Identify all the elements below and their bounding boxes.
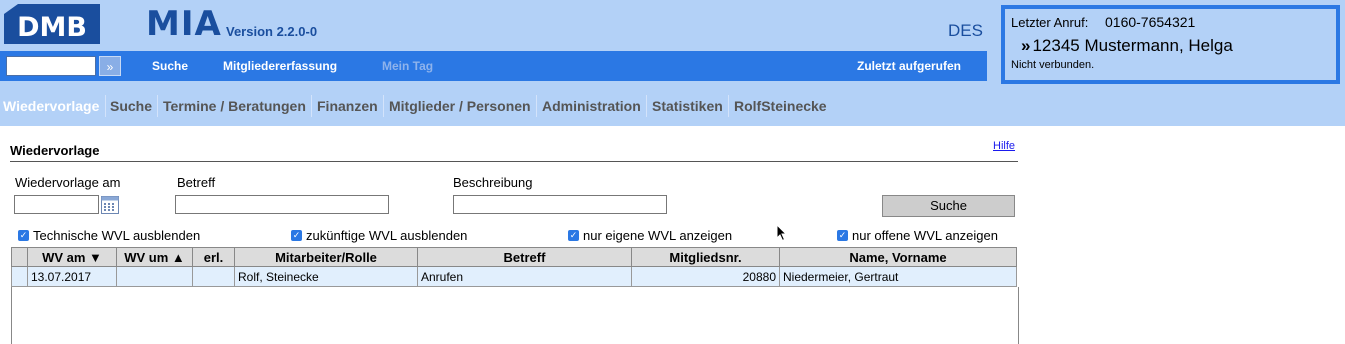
description-input[interactable] xyxy=(453,195,667,214)
app-version: Version 2.2.0-0 xyxy=(226,24,318,39)
caller-arrow-icon: » xyxy=(1021,36,1031,55)
checkmark-icon[interactable]: ✓ xyxy=(568,230,579,242)
checkbox-label: zukünftige WVL ausblenden xyxy=(306,228,468,243)
mouse-pointer-icon xyxy=(776,223,788,247)
menu-item-administration[interactable]: Administration xyxy=(542,98,641,114)
checkbox-eigene-wvl[interactable]: ✓ nur eigene WVL anzeigen xyxy=(568,228,732,243)
menu-item-termine[interactable]: Termine / Beratungen xyxy=(163,98,306,114)
column-header-mitarbeiter[interactable]: Mitarbeiter/Rolle xyxy=(234,247,418,267)
caller-link[interactable]: » 12345 Mustermann, Helga xyxy=(1021,36,1233,56)
last-call-number[interactable]: 0160-7654321 xyxy=(1105,14,1195,30)
page-title: Wiedervorlage xyxy=(10,143,100,158)
caller-name: 12345 Mustermann, Helga xyxy=(1032,36,1233,55)
cell-name: Niedermeier, Gertraut xyxy=(779,266,1017,287)
nav-link-mein-tag[interactable]: Mein Tag xyxy=(382,59,433,73)
date-label: Wiedervorlage am xyxy=(15,175,121,190)
top-navigation: » Suche Mitgliedererfassung Mein Tag Zul… xyxy=(0,51,987,81)
column-header-betreff[interactable]: Betreff xyxy=(417,247,632,267)
quick-search-input[interactable] xyxy=(6,56,96,76)
menu-item-suche[interactable]: Suche xyxy=(110,98,152,114)
menu-divider xyxy=(536,95,537,117)
checkmark-icon[interactable]: ✓ xyxy=(18,230,29,242)
nav-link-suche[interactable]: Suche xyxy=(152,59,188,73)
date-input[interactable] xyxy=(14,195,99,214)
quick-search-button[interactable]: » xyxy=(99,56,121,76)
checkbox-technische-wvl[interactable]: ✓ Technische WVL ausblenden xyxy=(18,228,200,243)
menu-divider xyxy=(105,95,106,117)
cell-betreff: Anrufen xyxy=(417,266,632,287)
nav-link-mitgliedererfassung[interactable]: Mitgliedererfassung xyxy=(223,59,337,73)
cell-select[interactable] xyxy=(11,266,28,287)
table-row[interactable]: 13.07.2017 Rolf, Steinecke Anrufen 20880… xyxy=(11,266,1017,287)
column-header-wv-am[interactable]: WV am ▼ xyxy=(27,247,117,267)
menu-item-finanzen[interactable]: Finanzen xyxy=(317,98,378,114)
nav-link-zuletzt-aufgerufen[interactable]: Zuletzt aufgerufen xyxy=(857,59,961,73)
last-call-panel: Letzter Anruf: 0160-7654321 » 12345 Muste… xyxy=(1001,5,1340,84)
menu-item-mitglieder[interactable]: Mitglieder / Personen xyxy=(389,98,531,114)
column-header-name[interactable]: Name, Vorname xyxy=(779,247,1017,267)
subject-input[interactable] xyxy=(175,195,389,214)
checkbox-zukuenftige-wvl[interactable]: ✓ zukünftige WVL ausblenden xyxy=(291,228,467,243)
header-bar: DMB MIA Version 2.2.0-0 DES » Suche Mitg… xyxy=(0,0,1345,126)
checkmark-icon[interactable]: ✓ xyxy=(837,230,848,242)
last-call-label: Letzter Anruf: xyxy=(1011,15,1089,30)
column-header-wv-um[interactable]: WV um ▲ xyxy=(116,247,193,267)
menu-item-statistiken[interactable]: Statistiken xyxy=(652,98,723,114)
locale-indicator: DES xyxy=(948,21,983,40)
subject-label: Betreff xyxy=(177,175,216,190)
checkbox-label: nur eigene WVL anzeigen xyxy=(583,228,733,243)
checkmark-icon[interactable]: ✓ xyxy=(291,230,302,242)
checkbox-label: nur offene WVL anzeigen xyxy=(852,228,998,243)
menu-item-user[interactable]: RolfSteinecke xyxy=(734,98,827,114)
column-header-mitgliedsnr[interactable]: Mitgliedsnr. xyxy=(631,247,780,267)
menu-divider xyxy=(646,95,647,117)
dmb-logo: DMB xyxy=(4,4,100,44)
help-link[interactable]: Hilfe xyxy=(993,140,1015,152)
title-divider xyxy=(10,161,1018,162)
menu-divider xyxy=(383,95,384,117)
table-empty-area xyxy=(11,287,1019,344)
cell-mitgliedsnr: 20880 xyxy=(631,266,780,287)
wiedervorlage-table: WV am ▼ WV um ▲ erl. Mitarbeiter/Rolle B… xyxy=(11,247,1017,287)
column-header-erl[interactable]: erl. xyxy=(192,247,235,267)
search-button[interactable]: Suche xyxy=(882,195,1015,217)
checkbox-label: Technische WVL ausblenden xyxy=(33,228,201,243)
menu-item-wiedervorlage[interactable]: Wiedervorlage xyxy=(3,98,99,114)
menu-divider xyxy=(728,95,729,117)
column-header-select xyxy=(11,247,28,267)
menu-divider xyxy=(311,95,312,117)
calendar-icon[interactable] xyxy=(101,196,119,214)
app-name: MIA xyxy=(146,4,222,44)
description-label: Beschreibung xyxy=(453,175,533,190)
cell-erl xyxy=(192,266,235,287)
menu-divider xyxy=(157,95,158,117)
logo-text: DMB xyxy=(17,12,87,43)
checkbox-offene-wvl[interactable]: ✓ nur offene WVL anzeigen xyxy=(837,228,998,243)
call-status: Nicht verbunden. xyxy=(1011,59,1095,71)
table-header-row: WV am ▼ WV um ▲ erl. Mitarbeiter/Rolle B… xyxy=(11,247,1017,267)
cell-wv-am: 13.07.2017 xyxy=(27,266,117,287)
cell-wv-um xyxy=(116,266,193,287)
cell-mitarbeiter: Rolf, Steinecke xyxy=(234,266,418,287)
